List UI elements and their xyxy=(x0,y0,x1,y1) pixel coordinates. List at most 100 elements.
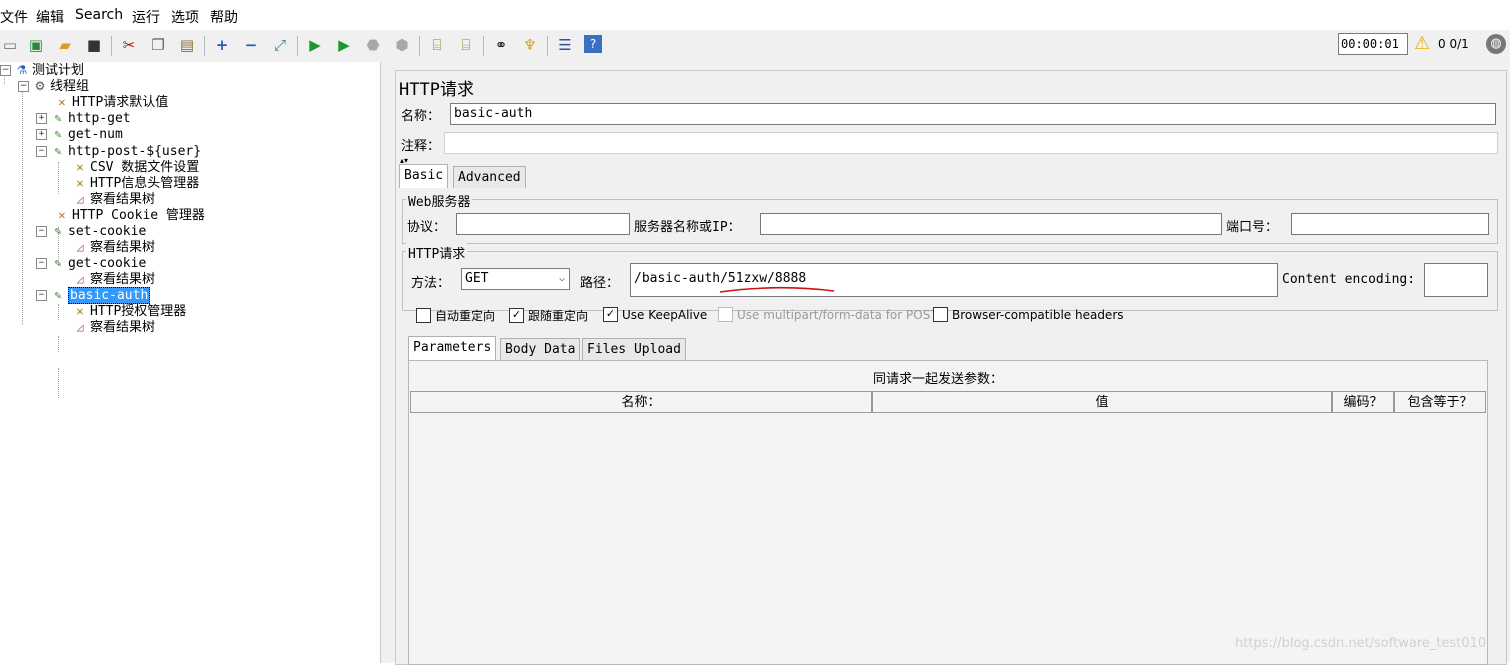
expand-toggle-icon[interactable]: + xyxy=(36,129,47,140)
menu-options[interactable]: 选项 xyxy=(171,7,199,27)
multipart-checkbox: Use multipart/form-data for POST xyxy=(718,307,938,322)
stop-icon[interactable]: ⬣ xyxy=(363,35,383,55)
open-folder-icon[interactable]: ▰ xyxy=(55,35,75,55)
sampler-pen-icon: ✎ xyxy=(54,288,62,302)
start-icon[interactable]: ▶ xyxy=(305,35,325,55)
chart-icon: ◿ xyxy=(76,272,84,286)
paste-icon[interactable]: ▤ xyxy=(177,35,197,55)
tree-node-label: HTTP请求默认值 xyxy=(72,95,169,110)
collapse-toggle-icon[interactable]: − xyxy=(18,81,29,92)
panel-frame: HTTP请求 名称： basic-auth 注释： ▴▾ Basic Advan… xyxy=(395,70,1507,665)
collapse-toggle-icon[interactable]: − xyxy=(36,258,47,269)
keepalive-checkbox[interactable]: ✓ Use KeepAlive xyxy=(603,307,707,322)
tree-node-csv-config[interactable]: ✕ CSV 数据文件设置 xyxy=(72,159,199,175)
menu-run[interactable]: 运行 xyxy=(132,7,160,27)
clear-icon[interactable]: ⌸ xyxy=(427,35,447,55)
port-label: 端口号： xyxy=(1226,220,1279,235)
wrench-icon: ✕ xyxy=(58,95,66,109)
tree-connector xyxy=(58,336,59,352)
warning-icon[interactable]: ⚠ xyxy=(1414,33,1430,54)
content-encoding-label: Content encoding: xyxy=(1282,272,1416,287)
protocol-label: 协议： xyxy=(407,220,447,235)
port-field[interactable] xyxy=(1291,213,1489,235)
clear-all-icon[interactable]: ⌸ xyxy=(456,35,476,55)
menu-search[interactable]: Search xyxy=(75,7,123,23)
column-header-value[interactable]: 值 xyxy=(872,391,1332,413)
binoculars-icon[interactable]: ⚭ xyxy=(491,35,511,55)
shutdown-icon[interactable]: ⬢ xyxy=(392,35,412,55)
tab-files-upload[interactable]: Files Upload xyxy=(582,338,686,360)
checkmark-icon[interactable]: ✓ xyxy=(509,308,524,323)
copy-icon[interactable]: ❐ xyxy=(148,35,168,55)
menu-help[interactable]: 帮助 xyxy=(210,7,238,27)
tab-basic[interactable]: Basic xyxy=(399,164,449,188)
start-no-pause-icon[interactable]: ▶ xyxy=(334,35,354,55)
method-select[interactable]: GET ⌵ xyxy=(461,268,570,290)
help-icon[interactable]: ? xyxy=(584,35,602,53)
toolbar-separator xyxy=(204,36,205,56)
active-threads: 0/1 xyxy=(1449,37,1469,51)
checkbox-label: 跟随重定向 xyxy=(528,309,589,323)
collapse-toggle-icon[interactable]: − xyxy=(36,290,47,301)
protocol-field[interactable] xyxy=(456,213,630,235)
browser-headers-checkbox[interactable]: Browser-compatible headers xyxy=(933,307,1124,322)
toolbar-separator xyxy=(483,36,484,56)
tab-advanced[interactable]: Advanced xyxy=(453,166,526,188)
column-header-include-equals[interactable]: 包含等于？ xyxy=(1394,391,1486,413)
tree-node-results-tree[interactable]: ◿ 察看结果树 xyxy=(72,239,155,255)
remote-globe-icon[interactable]: ◍ xyxy=(1486,34,1506,54)
collapse-toggle-icon[interactable]: − xyxy=(0,65,11,76)
checkmark-icon[interactable]: ✓ xyxy=(603,307,618,322)
tree-node-cookie-manager[interactable]: ✕ HTTP Cookie 管理器 xyxy=(54,207,205,223)
expand-toggle-icon[interactable]: + xyxy=(36,113,47,124)
tree-node-results-tree[interactable]: ◿ 察看结果树 xyxy=(72,271,155,287)
toolbar: ▭ ▣ ▰ ■ ✂ ❐ ▤ + − ⤢ ▶ ▶ ⬣ ⬢ ⌸ ⌸ ⚭ ♆ ☰ ? … xyxy=(0,30,1510,63)
toggle-icon[interactable]: ⤢ xyxy=(270,35,290,55)
tree-node-label: 察看结果树 xyxy=(90,240,156,255)
server-label: 服务器名称或IP： xyxy=(634,220,741,235)
tree-node-label: HTTP Cookie 管理器 xyxy=(72,208,205,223)
column-header-name[interactable]: 名称： xyxy=(410,391,872,413)
tree-node-label: 线程组 xyxy=(50,79,90,94)
tree-node-label: 测试计划 xyxy=(32,63,85,78)
expand-icon[interactable]: + xyxy=(212,35,232,55)
function-list-icon[interactable]: ☰ xyxy=(555,35,575,55)
broom-icon[interactable]: ♆ xyxy=(520,35,540,55)
content-encoding-field[interactable] xyxy=(1424,263,1488,297)
tree-node-results-tree[interactable]: ◿ 察看结果树 xyxy=(72,319,155,335)
tree-node-results-tree[interactable]: ◿ 察看结果树 xyxy=(72,191,155,207)
sampler-pen-icon: ✎ xyxy=(54,224,62,238)
follow-redirect-checkbox[interactable]: ✓ 跟随重定向 xyxy=(509,307,588,324)
save-icon[interactable]: ■ xyxy=(84,35,104,55)
cut-icon[interactable]: ✂ xyxy=(119,35,139,55)
column-header-encode[interactable]: 编码？ xyxy=(1332,391,1394,413)
auto-redirect-checkbox[interactable]: 自动重定向 xyxy=(416,307,495,324)
chevron-down-icon: ⌵ xyxy=(558,273,565,284)
sampler-pen-icon: ✎ xyxy=(54,127,62,141)
tree-node-auth-manager[interactable]: ✕ HTTP授权管理器 xyxy=(72,303,186,319)
templates-icon[interactable]: ▣ xyxy=(26,35,46,55)
collapse-toggle-icon[interactable]: − xyxy=(36,146,47,157)
menu-file[interactable]: 文件 xyxy=(0,7,28,27)
comment-field[interactable] xyxy=(444,132,1498,154)
tree-node-label: CSV 数据文件设置 xyxy=(90,160,200,175)
tree-connector xyxy=(58,304,59,320)
tree-node-label: get-num xyxy=(68,127,123,142)
menu-edit[interactable]: 编辑 xyxy=(36,7,64,27)
tree-node-header-manager[interactable]: ✕ HTTP信息头管理器 xyxy=(72,175,199,191)
tab-body-data[interactable]: Body Data xyxy=(500,338,581,360)
checkbox-box[interactable] xyxy=(933,307,948,322)
collapse-icon[interactable]: − xyxy=(241,35,261,55)
collapse-toggle-icon[interactable]: − xyxy=(36,226,47,237)
tree-node-http-defaults[interactable]: ✕ HTTP请求默认值 xyxy=(54,94,168,110)
web-server-title: Web服务器 xyxy=(406,191,473,210)
method-value: GET xyxy=(465,271,489,286)
server-field[interactable] xyxy=(760,213,1222,235)
new-file-icon[interactable]: ▭ xyxy=(0,35,20,55)
checkbox-label: Browser-compatible headers xyxy=(952,307,1124,322)
name-field[interactable]: basic-auth xyxy=(450,103,1496,125)
http-request-title: HTTP请求 xyxy=(406,243,468,262)
wrench-icon: ✕ xyxy=(58,208,66,222)
checkbox-box[interactable] xyxy=(416,308,431,323)
tab-parameters[interactable]: Parameters xyxy=(408,336,497,360)
